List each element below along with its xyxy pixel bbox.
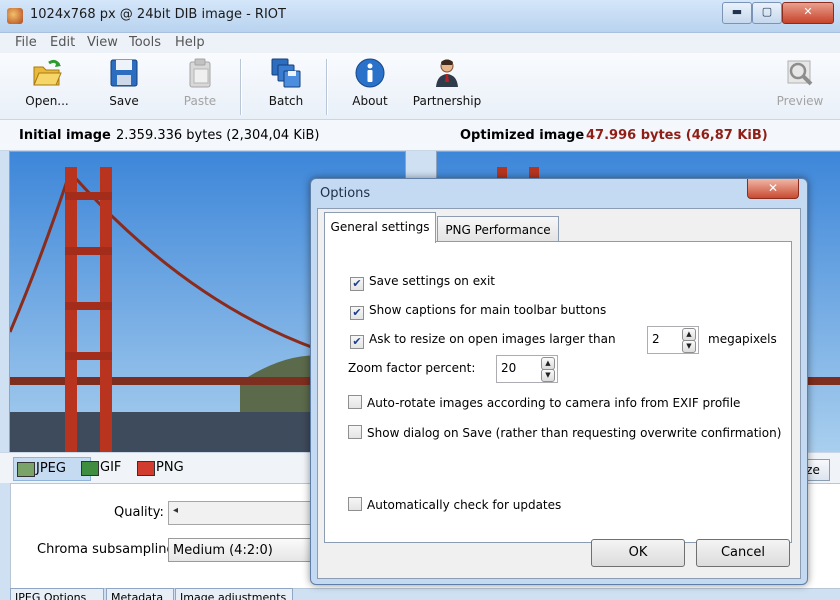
tab-png-performance[interactable]: PNG Performance <box>437 216 559 243</box>
quality-slider[interactable]: ◂ <box>168 501 315 525</box>
about-button[interactable]: About <box>350 57 390 115</box>
app-icon <box>7 8 23 24</box>
auto-update-checkbox[interactable] <box>348 497 362 511</box>
save-settings-label: Save settings on exit <box>369 274 496 288</box>
partnership-label: Partnership <box>412 94 482 108</box>
options-dialog: Options ✕ General settings PNG Performan… <box>310 178 808 585</box>
floppy-disk-icon <box>110 59 138 87</box>
dialog-body: General settings PNG Performance ✔ Save s… <box>317 208 801 579</box>
maximize-button[interactable]: ▢ <box>752 2 782 24</box>
menu-view[interactable]: View <box>87 35 118 50</box>
png-format-icon <box>137 461 155 476</box>
menu-file[interactable]: File <box>15 35 37 50</box>
ask-resize-checkbox[interactable]: ✔ <box>350 335 364 349</box>
batch-button[interactable]: Batch <box>264 57 308 115</box>
optimized-image-size: 47.996 bytes (46,87 KiB) <box>586 128 768 143</box>
tab-png-label: PNG <box>156 460 184 475</box>
megapixels-spinner[interactable]: 2 ▲ ▼ <box>647 326 699 354</box>
chroma-subsampling-select[interactable]: Medium (4:2:0) <box>168 538 313 562</box>
zoom-factor-label: Zoom factor percent: <box>348 361 476 375</box>
preview-button[interactable]: Preview <box>775 57 825 115</box>
dialog-title: Options <box>320 186 371 201</box>
tab-jpeg-label: JPEG <box>36 461 66 476</box>
open-button[interactable]: Open... <box>20 57 74 115</box>
show-captions-label: Show captions for main toolbar buttons <box>369 303 607 317</box>
auto-rotate-label: Auto-rotate images according to camera i… <box>367 396 741 410</box>
auto-update-option[interactable]: Automatically check for updates <box>348 497 561 512</box>
dialog-close-button[interactable]: ✕ <box>747 179 799 199</box>
menu-edit[interactable]: Edit <box>50 35 75 50</box>
person-icon <box>436 59 458 87</box>
paste-label: Paste <box>183 94 217 108</box>
open-label: Open... <box>25 94 69 108</box>
main-toolbar: Open... Save Paste Batch About Partnersh… <box>0 53 840 120</box>
save-button[interactable]: Save <box>104 57 144 115</box>
partnership-button[interactable]: Partnership <box>411 57 483 115</box>
jpeg-format-icon <box>17 462 35 477</box>
minimize-button[interactable]: ▬ <box>722 2 752 24</box>
tab-jpeg-options[interactable]: JPEG Options <box>10 588 104 600</box>
chroma-subsampling-label: Chroma subsampling: <box>37 542 180 557</box>
menu-tools[interactable]: Tools <box>129 35 161 50</box>
general-settings-content: ✔ Save settings on exit ✔ Show captions fo… <box>324 241 792 543</box>
auto-rotate-checkbox[interactable] <box>348 395 362 409</box>
save-label: Save <box>109 94 139 108</box>
quality-label: Quality: <box>114 505 164 520</box>
window-title: 1024x768 px @ 24bit DIB image - RIOT <box>30 7 286 22</box>
batch-floppies-icon <box>271 58 301 88</box>
ok-button[interactable]: OK <box>591 539 685 567</box>
spin-down-icon[interactable]: ▼ <box>541 369 555 382</box>
ask-resize-label: Ask to resize on open images larger than <box>369 332 616 346</box>
tab-png[interactable]: PNG <box>134 457 214 479</box>
tab-metadata[interactable]: Metadata <box>106 588 174 600</box>
toolbar-separator <box>240 59 242 115</box>
close-window-button[interactable]: ✕ <box>782 2 834 24</box>
auto-rotate-option[interactable]: Auto-rotate images according to camera i… <box>348 395 740 410</box>
menu-help[interactable]: Help <box>175 35 205 50</box>
show-captions-checkbox[interactable]: ✔ <box>350 306 364 320</box>
show-dialog-save-option[interactable]: Show dialog on Save (rather than request… <box>348 425 781 440</box>
initial-image-size: 2.359.336 bytes (2,304,04 KiB) <box>116 128 320 143</box>
about-label: About <box>352 94 388 108</box>
show-dialog-save-checkbox[interactable] <box>348 425 362 439</box>
cancel-button[interactable]: Cancel <box>696 539 790 567</box>
folder-open-icon <box>33 59 62 86</box>
image-info-strip: Initial image 2.359.336 bytes (2,304,04 … <box>0 120 840 151</box>
info-icon <box>355 58 385 88</box>
initial-image-label: Initial image <box>19 128 111 143</box>
preview-label: Preview <box>776 94 824 108</box>
menu-bar: File Edit View Tools Help <box>0 33 840 53</box>
tab-gif-label: GIF <box>100 460 122 475</box>
paste-button[interactable]: Paste <box>180 57 220 115</box>
megapixels-unit: megapixels <box>708 332 777 346</box>
magnifier-icon <box>787 60 813 86</box>
clipboard-icon <box>189 58 211 88</box>
batch-label: Batch <box>268 94 304 108</box>
tab-image-adjustments[interactable]: Image adjustments <box>175 588 293 600</box>
save-settings-option[interactable]: ✔ Save settings on exit <box>350 274 495 291</box>
show-dialog-save-label: Show dialog on Save (rather than request… <box>367 426 782 440</box>
save-settings-checkbox[interactable]: ✔ <box>350 277 364 291</box>
optimized-image-label: Optimized image <box>460 128 585 143</box>
title-bar: 1024x768 px @ 24bit DIB image - RIOT ▬ ▢… <box>0 0 840 33</box>
megapixels-value: 2 <box>652 332 660 346</box>
gif-format-icon <box>81 461 99 476</box>
slider-left-arrow-icon[interactable]: ◂ <box>173 505 178 516</box>
ask-resize-option[interactable]: ✔ Ask to resize on open images larger tha… <box>350 332 616 349</box>
spin-down-icon[interactable]: ▼ <box>682 340 696 353</box>
show-captions-option[interactable]: ✔ Show captions for main toolbar buttons <box>350 303 606 320</box>
auto-update-label: Automatically check for updates <box>367 498 562 512</box>
toolbar-separator <box>326 59 328 115</box>
zoom-factor-spinner[interactable]: 20 ▲ ▼ <box>496 355 558 383</box>
tab-general-settings[interactable]: General settings <box>324 212 436 243</box>
zoom-factor-value: 20 <box>501 361 517 375</box>
